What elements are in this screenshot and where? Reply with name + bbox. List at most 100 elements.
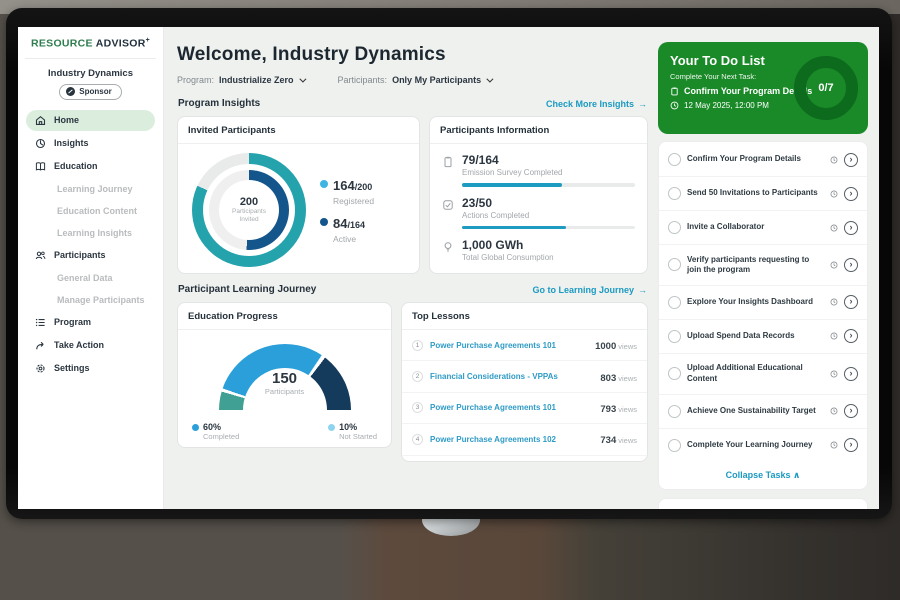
task-clock-icon	[830, 298, 838, 306]
task-open-button[interactable]: ›	[844, 295, 858, 309]
collapse-label: Collapse Tasks	[726, 470, 791, 480]
invited-donut-chart: 200 Participants Invited	[178, 144, 419, 274]
lesson-rank: 4	[412, 434, 423, 445]
task-checkbox[interactable]	[668, 330, 681, 343]
lesson-row: 3 Power Purchase Agreements 101 793views	[402, 393, 647, 424]
task-clock-icon	[830, 407, 838, 415]
task-checkbox[interactable]	[668, 405, 681, 418]
sidebar-item-education[interactable]: Education	[26, 156, 155, 177]
sponsor-badge[interactable]: Sponsor	[59, 84, 121, 100]
task-checkbox[interactable]	[668, 221, 681, 234]
task-checkbox[interactable]	[668, 367, 681, 380]
sidebar-item-learning-journey[interactable]: Learning Journey	[26, 179, 155, 199]
task-clock-icon	[830, 370, 838, 378]
task-open-button[interactable]: ›	[844, 329, 858, 343]
task-clock-icon	[830, 332, 838, 340]
sidebar-item-label: Education	[54, 161, 98, 171]
task-row-send-invitations[interactable]: Send 50 Invitations to Participants ›	[659, 177, 867, 211]
lesson-link[interactable]: Financial Considerations - VPPAs	[430, 372, 593, 381]
task-row-invite-collaborator[interactable]: Invite a Collaborator ›	[659, 211, 867, 245]
task-checkbox[interactable]	[668, 187, 681, 200]
sidebar-item-home[interactable]: Home	[26, 110, 155, 131]
sidebar-item-program[interactable]: Program	[26, 312, 155, 333]
todo-progress-value: 0/7	[818, 82, 833, 94]
sidebar-item-label: Learning Journey	[57, 184, 133, 194]
task-clock-icon	[830, 190, 838, 198]
todo-next-task-label: Confirm Your Program Details	[684, 86, 812, 96]
registered-value: 164	[333, 178, 355, 193]
sidebar-item-general-data[interactable]: General Data	[26, 268, 155, 288]
task-row-explore-insights[interactable]: Explore Your Insights Dashboard ›	[659, 286, 867, 320]
donut-center-label: Participants	[232, 208, 266, 216]
task-open-button[interactable]: ›	[844, 438, 858, 452]
todo-column: Your To Do List Complete Your Next Task:…	[658, 37, 868, 509]
task-open-button[interactable]: ›	[844, 221, 858, 235]
active-value: 84	[333, 216, 347, 231]
sidebar-item-take-action[interactable]: Take Action	[26, 335, 155, 356]
logo-resource: RESOURCE	[31, 38, 93, 50]
registered-dot-icon	[320, 180, 328, 188]
task-open-button[interactable]: ›	[844, 153, 858, 167]
lesson-link[interactable]: Power Purchase Agreements 102	[430, 435, 593, 444]
lesson-link[interactable]: Power Purchase Agreements 101	[430, 403, 593, 412]
todo-progress-ring: 0/7	[794, 56, 858, 120]
lesson-row: 5 Power Purchase Agreements 103 600views	[402, 456, 647, 463]
task-open-button[interactable]: ›	[844, 187, 858, 201]
program-select[interactable]: Program: Industrialize Zero	[177, 75, 304, 85]
views-word: views	[618, 342, 637, 351]
collapse-tasks-link[interactable]: Collapse Tasks ∧	[659, 462, 867, 487]
insights-cards-row: Invited Participants 200 Participants In…	[177, 116, 648, 274]
task-label: Achieve One Sustainability Target	[687, 406, 824, 416]
task-row-upload-spend-data[interactable]: Upload Spend Data Records ›	[659, 320, 867, 354]
task-clock-icon	[830, 224, 838, 232]
participants-information-card: Participants Information 79/164 Emission…	[429, 116, 648, 274]
completed-dot-icon	[192, 424, 199, 431]
participants-select[interactable]: Participants: Only My Participants	[338, 75, 492, 85]
sidebar-item-learning-insights[interactable]: Learning Insights	[26, 223, 155, 243]
lesson-views: 1000	[595, 341, 616, 352]
sidebar-item-insights[interactable]: Insights	[26, 133, 155, 154]
lesson-link[interactable]: Power Purchase Agreements 101	[430, 341, 588, 350]
task-row-verify-participants[interactable]: Verify participants requesting to join t…	[659, 245, 867, 286]
sidebar-item-label: Program	[54, 317, 91, 327]
participants-select-value: Only My Participants	[392, 75, 481, 85]
task-checkbox[interactable]	[668, 439, 681, 452]
logo-advisor: ADVISOR	[96, 38, 146, 50]
lesson-row: 4 Power Purchase Agreements 102 734views	[402, 424, 647, 455]
sidebar-item-participants[interactable]: Participants	[26, 245, 155, 266]
task-open-button[interactable]: ›	[844, 404, 858, 418]
donut-center-value: 200	[240, 196, 258, 208]
task-checkbox[interactable]	[668, 258, 681, 271]
chevron-right-icon: ›	[850, 297, 853, 306]
chevron-right-icon: ›	[850, 189, 853, 198]
task-row-upload-educational-content[interactable]: Upload Additional Educational Content ›	[659, 354, 867, 395]
insights-icon	[35, 138, 46, 149]
check-more-insights-link[interactable]: Check More Insights→	[546, 99, 647, 109]
sidebar-item-settings[interactable]: Settings	[26, 358, 155, 379]
go-to-learning-journey-link[interactable]: Go to Learning Journey→	[532, 285, 647, 295]
learning-cards-row: Education Progress 150 Participants	[177, 302, 648, 462]
task-checkbox[interactable]	[668, 296, 681, 309]
sidebar-item-label: Education Content	[57, 206, 137, 216]
sidebar-item-label: Insights	[54, 138, 89, 148]
task-row-confirm-program[interactable]: Confirm Your Program Details ›	[659, 143, 867, 177]
sidebar-item-manage-participants[interactable]: Manage Participants	[26, 290, 155, 310]
program-select-label: Program:	[177, 75, 214, 85]
sidebar-item-education-content[interactable]: Education Content	[26, 201, 155, 221]
lesson-row: 2 Financial Considerations - VPPAs 803vi…	[402, 361, 647, 392]
chevron-right-icon: ›	[850, 406, 853, 415]
learning-journey-title: Participant Learning Journey	[178, 284, 316, 295]
chevron-right-icon: ›	[850, 369, 853, 378]
task-row-complete-learning-journey[interactable]: Complete Your Learning Journey ›	[659, 429, 867, 462]
dashboard-screen: RESOURCE ADVISOR+ Industry Dynamics Spon…	[18, 27, 879, 509]
todo-summary-panel: Your To Do List Complete Your Next Task:…	[658, 42, 868, 134]
task-row-achieve-sustainability-target[interactable]: Achieve One Sustainability Target ›	[659, 395, 867, 429]
registered-label: Registered	[333, 196, 374, 206]
task-open-button[interactable]: ›	[844, 367, 858, 381]
sidebar-item-label: Learning Insights	[57, 228, 132, 238]
task-open-button[interactable]: ›	[844, 258, 858, 272]
task-checkbox[interactable]	[668, 153, 681, 166]
views-word: views	[618, 374, 637, 383]
lesson-rank: 2	[412, 371, 423, 382]
lesson-views: 803	[600, 373, 616, 384]
